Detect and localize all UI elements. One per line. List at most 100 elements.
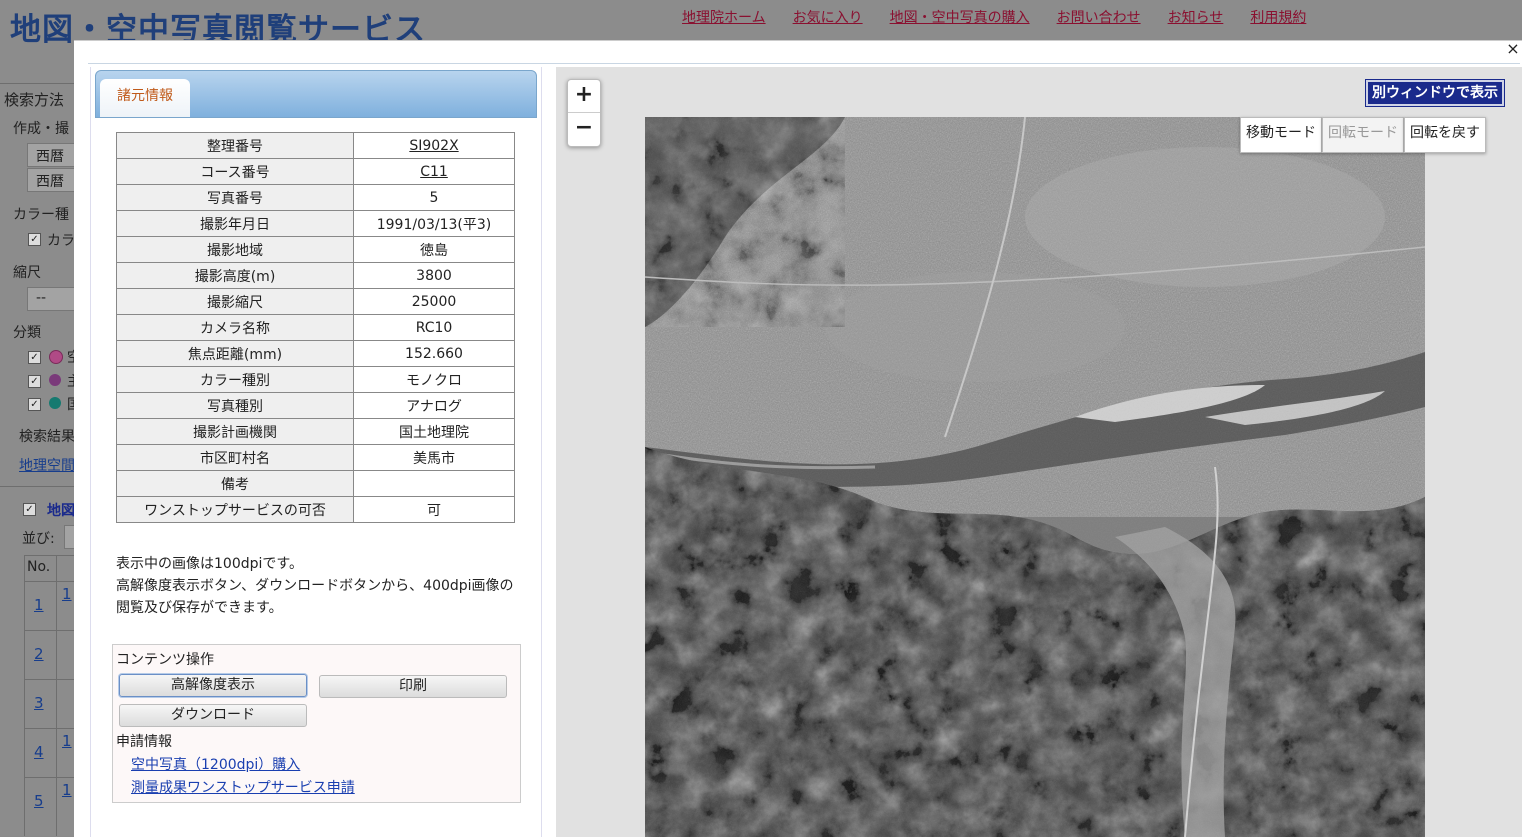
onestop-service-link[interactable]: 測量成果ワンストップサービス申請 <box>131 777 355 797</box>
content-operations: コンテンツ操作 高解像度表示 印刷 ダウンロード 申請情報 空中写真（1200d… <box>112 644 521 803</box>
category-dot-icon <box>49 397 61 409</box>
spec-row: 撮影高度(m) 3800 <box>116 262 515 289</box>
ops-title: コンテンツ操作 <box>116 652 214 668</box>
spec-key: 撮影高度(m) <box>116 262 354 289</box>
color-checkbox[interactable]: ✓ <box>28 233 41 246</box>
spec-value: アナログ <box>353 392 515 419</box>
close-icon[interactable]: × <box>1504 40 1522 58</box>
apply-title: 申請情報 <box>116 734 172 750</box>
spec-row: ワンストップサービスの可否可 <box>116 496 515 523</box>
print-button[interactable]: 印刷 <box>319 675 507 698</box>
result-row-extra-1[interactable]: 1 <box>62 585 72 603</box>
spec-row: コース番号 C11 <box>116 158 515 185</box>
rotate-mode-button[interactable]: 回転モード <box>1322 117 1404 153</box>
spec-value: C11 <box>353 158 515 185</box>
nav-news-link[interactable]: お知らせ <box>1168 7 1224 27</box>
spec-value: モノクロ <box>353 366 515 393</box>
aerial-photo-image <box>645 117 1425 837</box>
note-line-1: 表示中の画像は100dpiです。 <box>116 556 303 572</box>
spec-row: 焦点距離(mm) 152.660 <box>116 340 515 367</box>
spec-value: 可 <box>353 496 515 523</box>
result-row-link-1[interactable]: 1 <box>34 596 44 614</box>
category-checkbox-2[interactable]: ✓ <box>28 375 41 388</box>
spec-row: 撮影縮尺 25000 <box>116 288 515 315</box>
result-row-link-2[interactable]: 2 <box>34 645 44 663</box>
photo-viewer[interactable]: + − 別ウィンドウで表示 移動モード 回転モード 回転を戻す <box>556 67 1522 837</box>
spec-value <box>353 470 515 497</box>
nav-home-link[interactable]: 地理院ホーム <box>682 7 766 27</box>
photo-detail-modal: × 諸元情報 整理番号 SI902X コース番号 C11 写真番号 5 撮影年月日 1991/… <box>74 40 1522 837</box>
move-mode-button[interactable]: 移動モード <box>1240 117 1322 153</box>
spec-value: 徳島 <box>353 236 515 263</box>
download-button[interactable]: ダウンロード <box>119 704 307 727</box>
spec-row: カメラ名称 RC10 <box>116 314 515 341</box>
scale-select[interactable]: -- <box>27 287 79 311</box>
note-line-2: 高解像度表示ボタン、ダウンロードボタンから、400dpi画像の閲覧及び保存ができ… <box>116 578 514 616</box>
nav-contact-link[interactable]: お問い合わせ <box>1057 7 1141 27</box>
era-select-1[interactable]: 西暦 <box>27 143 79 167</box>
category-checkbox-3[interactable]: ✓ <box>28 398 41 411</box>
era-select-2[interactable]: 西暦 <box>27 168 79 192</box>
results-label: 検索結果 <box>19 429 75 445</box>
result-row-link-5[interactable]: 5 <box>34 792 44 810</box>
spec-value: 国土地理院 <box>353 418 515 445</box>
results-link[interactable]: 地理空間 <box>19 455 75 475</box>
spec-value: 152.660 <box>353 340 515 367</box>
hires-display-button[interactable]: 高解像度表示 <box>119 674 307 697</box>
spec-key: 撮影地域 <box>116 236 354 263</box>
result-row-link-3[interactable]: 3 <box>34 694 44 712</box>
spec-row: 撮影計画機関 国土地理院 <box>116 418 515 445</box>
spec-row: 市区町村名 美馬市 <box>116 444 515 471</box>
spec-value-link[interactable]: SI902X <box>409 138 458 154</box>
buy-photo-link[interactable]: 空中写真（1200dpi）購入 <box>131 754 300 774</box>
tab-bar: 諸元情報 <box>95 70 537 118</box>
spec-row: 写真種別 アナログ <box>116 392 515 419</box>
color-type-label: カラー種 <box>13 207 69 223</box>
spec-key: ワンストップサービスの可否 <box>116 496 354 523</box>
modal-divider <box>88 63 1520 64</box>
spec-row: 写真番号 5 <box>116 184 515 211</box>
tab-spec-info[interactable]: 諸元情報 <box>100 79 190 117</box>
spec-key: 撮影縮尺 <box>116 288 354 315</box>
aerial-photo[interactable] <box>645 117 1425 837</box>
result-row-link-4[interactable]: 4 <box>34 743 44 761</box>
spec-table: 整理番号 SI902X コース番号 C11 写真番号 5 撮影年月日 1991/03/13(平… <box>116 132 515 523</box>
spec-key: カラー種別 <box>116 366 354 393</box>
category-label: 分類 <box>13 325 41 341</box>
spec-key: 市区町村名 <box>116 444 354 471</box>
color-check-label: カラ <box>47 233 75 249</box>
zoom-in-button[interactable]: + <box>568 80 600 113</box>
spec-row: 撮影地域 徳島 <box>116 236 515 263</box>
spec-key: 撮影年月日 <box>116 210 354 237</box>
spec-key: 整理番号 <box>116 132 354 159</box>
nav-terms-link[interactable]: 利用規約 <box>1250 7 1306 27</box>
spec-row: 備考 <box>116 470 515 497</box>
reset-rotation-button[interactable]: 回転を戻す <box>1404 117 1486 153</box>
spec-value: RC10 <box>353 314 515 341</box>
nav-favorites-link[interactable]: お気に入り <box>793 7 863 27</box>
spec-key: 撮影計画機関 <box>116 418 354 445</box>
spec-row: 撮影年月日 1991/03/13(平3) <box>116 210 515 237</box>
zoom-out-button[interactable]: − <box>568 113 600 145</box>
spec-value: 1991/03/13(平3) <box>353 210 515 237</box>
sort-label: 並び: <box>22 531 55 547</box>
results-no-header: No. <box>27 559 51 575</box>
map-check-label: 地図 <box>47 503 75 519</box>
resolution-note: 表示中の画像は100dpiです。 高解像度表示ボタン、ダウンロードボタンから、4… <box>116 553 526 619</box>
spec-value: SI902X <box>353 132 515 159</box>
spec-value: 25000 <box>353 288 515 315</box>
spec-panel: 諸元情報 整理番号 SI902X コース番号 C11 写真番号 5 撮影年月日 1991/03… <box>90 67 542 837</box>
spec-key: 焦点距離(mm) <box>116 340 354 367</box>
spec-value-link[interactable]: C11 <box>420 164 448 180</box>
search-method-label: 検索方法 <box>4 91 65 109</box>
spec-key: 写真番号 <box>116 184 354 211</box>
spec-value: 美馬市 <box>353 444 515 471</box>
category-dot-icon <box>49 374 61 386</box>
nav-purchase-link[interactable]: 地図・空中写真の購入 <box>890 7 1030 27</box>
result-row-extra-5[interactable]: 1 <box>62 781 72 799</box>
spec-key: カメラ名称 <box>116 314 354 341</box>
category-checkbox-1[interactable]: ✓ <box>28 351 41 364</box>
map-checkbox[interactable]: ✓ <box>23 503 36 516</box>
result-row-extra-4[interactable]: 1 <box>62 732 72 750</box>
open-new-window-button[interactable]: 別ウィンドウで表示 <box>1365 79 1505 107</box>
